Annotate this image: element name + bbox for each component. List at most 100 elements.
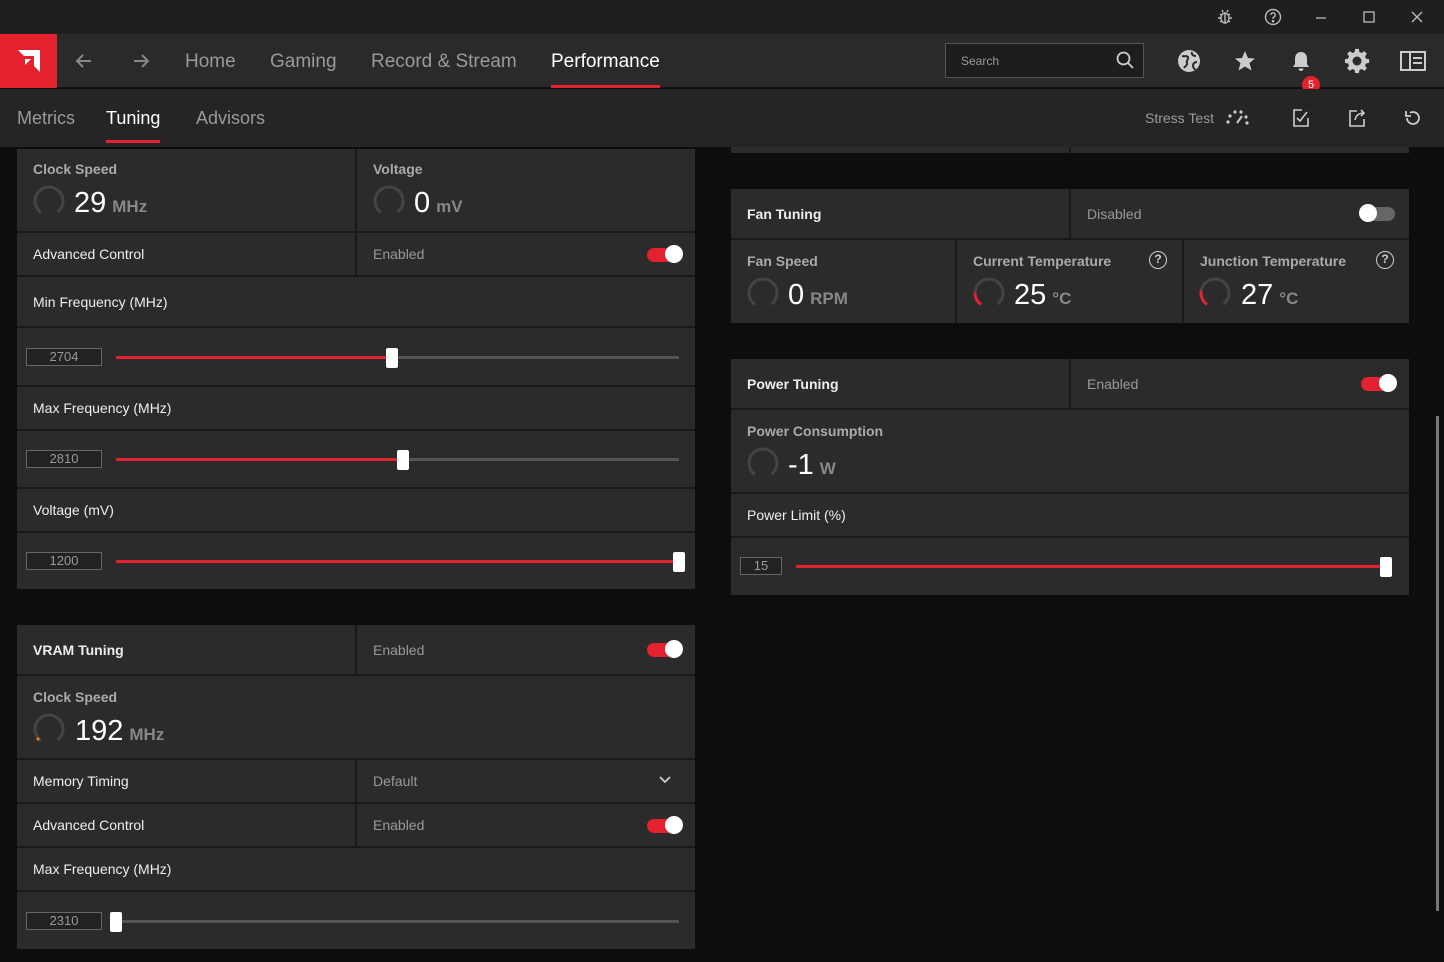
slider-fill (116, 560, 679, 563)
current-temperature-value: 25 °C (1014, 279, 1071, 312)
memory-timing-row: Memory Timing Default (17, 760, 695, 804)
junction-temperature-gauge-icon (1199, 277, 1231, 309)
tab-tuning[interactable]: Tuning (106, 89, 161, 147)
fan-speed-title: Fan Speed (747, 253, 818, 269)
divider (355, 149, 357, 231)
vram-clock-speed-title: Clock Speed (33, 689, 118, 705)
chevron-down-icon[interactable] (657, 772, 673, 793)
max-frequency-label-row: Max Frequency (MHz) (17, 387, 695, 431)
vram-tuning-status: Enabled (373, 642, 425, 658)
tab-metrics[interactable]: Metrics (17, 89, 75, 147)
vram-max-frequency-slider[interactable] (116, 920, 679, 923)
min-frequency-slider-thumb[interactable] (385, 348, 398, 368)
minimize-icon[interactable] (1297, 0, 1345, 34)
vram-tuning-toggle[interactable] (647, 640, 683, 658)
max-frequency-slider-thumb[interactable] (397, 450, 410, 470)
current-temperature-help-icon[interactable]: ? (1149, 251, 1167, 269)
power-consumption-value: -1 W (788, 449, 836, 482)
gear-icon[interactable] (1342, 46, 1372, 76)
memory-timing-label: Memory Timing (33, 773, 129, 789)
voltage-slider-row: 1200 (17, 533, 695, 589)
current-temperature-unit: °C (1052, 289, 1072, 308)
arrow-left-icon[interactable] (64, 34, 104, 88)
power-limit-slider[interactable] (796, 565, 1386, 568)
voltage-input[interactable]: 1200 (26, 552, 102, 570)
max-frequency-input[interactable]: 2810 (26, 450, 102, 468)
speedometer-icon[interactable] (1224, 105, 1250, 131)
power-tuning-status: Enabled (1087, 376, 1139, 392)
globe-icon[interactable] (1174, 46, 1204, 76)
voltage-slider[interactable] (116, 560, 679, 563)
vram-advanced-control-toggle[interactable] (647, 816, 683, 834)
search-input[interactable]: Search (945, 43, 1144, 78)
export-profile-icon[interactable] (1344, 105, 1370, 131)
slider-fill (116, 458, 404, 461)
junction-temperature-value: 27 °C (1241, 279, 1298, 312)
toggle-knob (665, 640, 683, 658)
bug-icon[interactable] (1201, 0, 1249, 34)
gpu-voltage-value: 0 mV (414, 187, 463, 220)
power-limit-slider-thumb[interactable] (1380, 557, 1392, 577)
power-tuning-panel: Power Tuning Enabled Power Consumption -… (731, 359, 1409, 595)
gpu-clock-speed-unit: MHz (112, 197, 148, 216)
memory-timing-select[interactable]: Default (373, 773, 417, 789)
nav-home[interactable]: Home (185, 34, 236, 88)
fan-tuning-title: Fan Tuning (747, 206, 822, 222)
junction-temperature-help-icon[interactable]: ? (1376, 251, 1394, 269)
reset-icon[interactable] (1400, 105, 1426, 131)
vram-clock-speed-unit: MHz (129, 725, 165, 744)
gpu-voltage-number: 0 (414, 187, 431, 219)
toggle-knob (665, 816, 683, 834)
scrolled-panel-edge (731, 147, 1409, 153)
min-frequency-input[interactable]: 2704 (26, 348, 102, 366)
vram-max-frequency-label-row: Max Frequency (MHz) (17, 848, 695, 892)
vram-header-row: VRAM Tuning Enabled (17, 625, 695, 676)
power-limit-label-row: Power Limit (%) (731, 494, 1409, 538)
divider (1182, 240, 1184, 323)
power-consumption-gauge-icon (747, 447, 779, 479)
vram-tuning-panel: VRAM Tuning Enabled Clock Speed 192 MHz M… (17, 625, 695, 949)
power-tuning-toggle[interactable] (1361, 374, 1397, 392)
min-frequency-label-row: Min Frequency (MHz) (17, 277, 695, 328)
arrow-right-icon[interactable] (121, 34, 161, 88)
bell-icon[interactable] (1286, 46, 1316, 76)
import-profile-icon[interactable] (1288, 105, 1314, 131)
vram-advanced-control-label: Advanced Control (33, 817, 145, 833)
nav-performance[interactable]: Performance (551, 34, 660, 88)
slider-fill (116, 356, 392, 359)
max-frequency-label: Max Frequency (MHz) (33, 400, 172, 416)
tab-advisors[interactable]: Advisors (196, 89, 265, 147)
power-limit-input[interactable]: 15 (740, 557, 782, 575)
divider (355, 233, 357, 275)
gpu-advanced-control-toggle[interactable] (647, 245, 683, 263)
gpu-voltage-unit: mV (436, 197, 463, 216)
stress-test-label[interactable]: Stress Test (1145, 110, 1214, 126)
gpu-advanced-control-status: Enabled (373, 246, 425, 262)
gpu-voltage-title: Voltage (373, 161, 423, 177)
star-icon[interactable] (1230, 46, 1260, 76)
power-tuning-title: Power Tuning (747, 376, 839, 392)
slider-fill (796, 565, 1386, 568)
nav-record-stream[interactable]: Record & Stream (371, 34, 517, 88)
search-placeholder: Search (961, 54, 1000, 68)
search-icon[interactable] (1115, 50, 1135, 75)
nav-gaming[interactable]: Gaming (270, 34, 337, 88)
close-icon[interactable] (1393, 0, 1441, 34)
vram-advanced-control-row: Advanced Control Enabled (17, 804, 695, 848)
fan-tuning-toggle[interactable] (1359, 204, 1395, 222)
current-temperature-title: Current Temperature (973, 253, 1112, 269)
vram-max-frequency-slider-thumb[interactable] (110, 912, 122, 932)
fan-speed-number: 0 (788, 279, 805, 311)
power-limit-label: Power Limit (%) (747, 507, 846, 523)
vram-max-frequency-input[interactable]: 2310 (26, 912, 102, 930)
power-consumption-unit: W (819, 459, 836, 478)
scrollbar[interactable] (1436, 416, 1439, 911)
gpu-advanced-control-label: Advanced Control (33, 246, 145, 262)
min-frequency-slider-row: 2704 (17, 328, 695, 387)
amd-logo[interactable] (0, 34, 57, 88)
voltage-slider-thumb[interactable] (673, 552, 685, 572)
help-icon[interactable] (1249, 0, 1297, 34)
layout-icon[interactable] (1398, 46, 1428, 76)
maximize-icon[interactable] (1345, 0, 1393, 34)
power-header-row: Power Tuning Enabled (731, 359, 1409, 410)
